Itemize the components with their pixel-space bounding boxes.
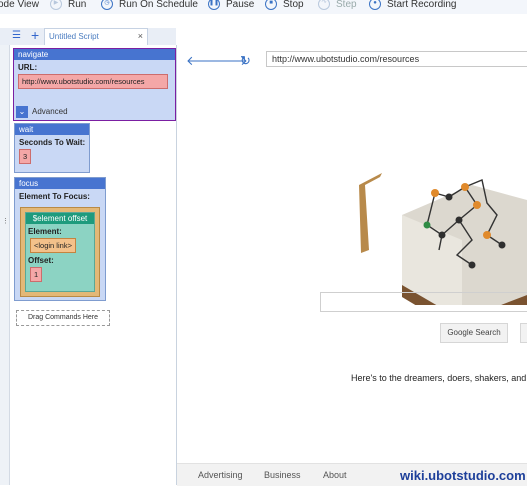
- google-search-button[interactable]: Google Search: [440, 323, 508, 343]
- run-label: Run: [68, 0, 87, 10]
- seconds-field[interactable]: 3: [19, 149, 32, 164]
- focus-command[interactable]: focus Element To Focus: $element offset …: [14, 177, 106, 301]
- browser-pane: 🡐 🡒 ↻ http://www.ubotstudio.com/resource…: [177, 45, 527, 486]
- tab-title: Untitled Script: [49, 32, 99, 41]
- focus-header: focus: [15, 178, 105, 189]
- feeling-lucky-button[interactable]: [520, 323, 527, 343]
- offset-parameter-frame: $element offset Element: <login link> Of…: [20, 207, 100, 297]
- doodle-tagline: Here's to the dreamers, doers, shakers, …: [351, 373, 527, 383]
- element-to-focus-label: Element To Focus:: [19, 192, 90, 201]
- offset-label: Offset:: [28, 256, 54, 265]
- run-on-schedule-label: Run On Schedule: [119, 0, 198, 10]
- code-view-button[interactable]: ode View: [0, 0, 39, 13]
- run-button[interactable]: ▶ Run: [50, 0, 86, 13]
- element-label: Element:: [28, 227, 62, 236]
- wait-header: wait: [15, 124, 89, 135]
- wait-command[interactable]: wait Seconds To Wait: 3: [14, 123, 90, 173]
- element-offset-header: $element offset: [26, 213, 94, 224]
- pause-label: Pause: [226, 0, 255, 10]
- url-field[interactable]: http://www.ubotstudio.com/resources: [18, 74, 168, 89]
- footer-about-link[interactable]: About: [323, 470, 347, 480]
- code-view-label: ode View: [0, 0, 39, 10]
- pause-icon: ❚❚: [208, 0, 220, 11]
- schedule-icon: ◷: [101, 0, 113, 11]
- navigate-header: navigate: [14, 49, 175, 60]
- step-icon: ↷: [318, 0, 330, 11]
- left-edge-strip: ⋮: [0, 45, 10, 485]
- footer-advertising-link[interactable]: Advertising: [198, 470, 243, 480]
- grip-icon[interactable]: ⋮: [2, 217, 9, 225]
- google-doodle-image[interactable]: [347, 125, 527, 305]
- drag-commands-dropzone[interactable]: Drag Commands Here: [16, 310, 110, 326]
- play-icon: ▶: [50, 0, 62, 11]
- url-label: URL:: [18, 63, 38, 72]
- add-tab-icon[interactable]: +: [31, 27, 39, 43]
- advanced-toggle[interactable]: ⌄ Advanced: [16, 105, 68, 119]
- script-tab-strip: ☰ + Untitled Script ×: [0, 27, 176, 46]
- advanced-label: Advanced: [32, 107, 68, 116]
- footer-business-link[interactable]: Business: [264, 470, 301, 480]
- refresh-icon[interactable]: ↻: [240, 53, 251, 69]
- tab-untitled-script[interactable]: Untitled Script ×: [44, 28, 148, 45]
- pause-button[interactable]: ❚❚ Pause: [208, 0, 254, 13]
- start-recording-button[interactable]: ● Start Recording: [369, 0, 456, 13]
- navigate-command[interactable]: navigate URL: http://www.ubotstudio.com/…: [13, 48, 176, 121]
- run-on-schedule-button[interactable]: ◷ Run On Schedule: [101, 0, 198, 13]
- close-tab-icon[interactable]: ×: [138, 29, 143, 44]
- page-footer: Advertising Business About wiki.ubotstud…: [177, 463, 527, 486]
- main-toolbar: ode View ▶ Run ◷ Run On Schedule ❚❚ Pause ■…: [0, 0, 527, 14]
- seconds-label: Seconds To Wait:: [19, 138, 86, 147]
- google-search-input[interactable]: [320, 292, 527, 312]
- element-offset-block[interactable]: $element offset Element: <login link> Of…: [25, 212, 95, 292]
- step-button[interactable]: ↷ Step: [318, 0, 357, 13]
- site-watermark: wiki.ubotstudio.com: [400, 468, 526, 483]
- stop-icon: ■: [265, 0, 277, 11]
- step-label: Step: [336, 0, 357, 10]
- offset-field[interactable]: 1: [30, 267, 43, 282]
- menu-icon[interactable]: ☰: [12, 30, 21, 41]
- chevron-down-icon: ⌄: [16, 105, 28, 118]
- stop-button[interactable]: ■ Stop: [265, 0, 304, 13]
- element-field[interactable]: <login link>: [30, 238, 76, 253]
- stop-label: Stop: [283, 0, 304, 10]
- record-icon: ●: [369, 0, 381, 11]
- start-recording-label: Start Recording: [387, 0, 457, 10]
- address-bar[interactable]: http://www.ubotstudio.com/resources: [266, 51, 527, 67]
- script-panel: navigate URL: http://www.ubotstudio.com/…: [10, 45, 177, 485]
